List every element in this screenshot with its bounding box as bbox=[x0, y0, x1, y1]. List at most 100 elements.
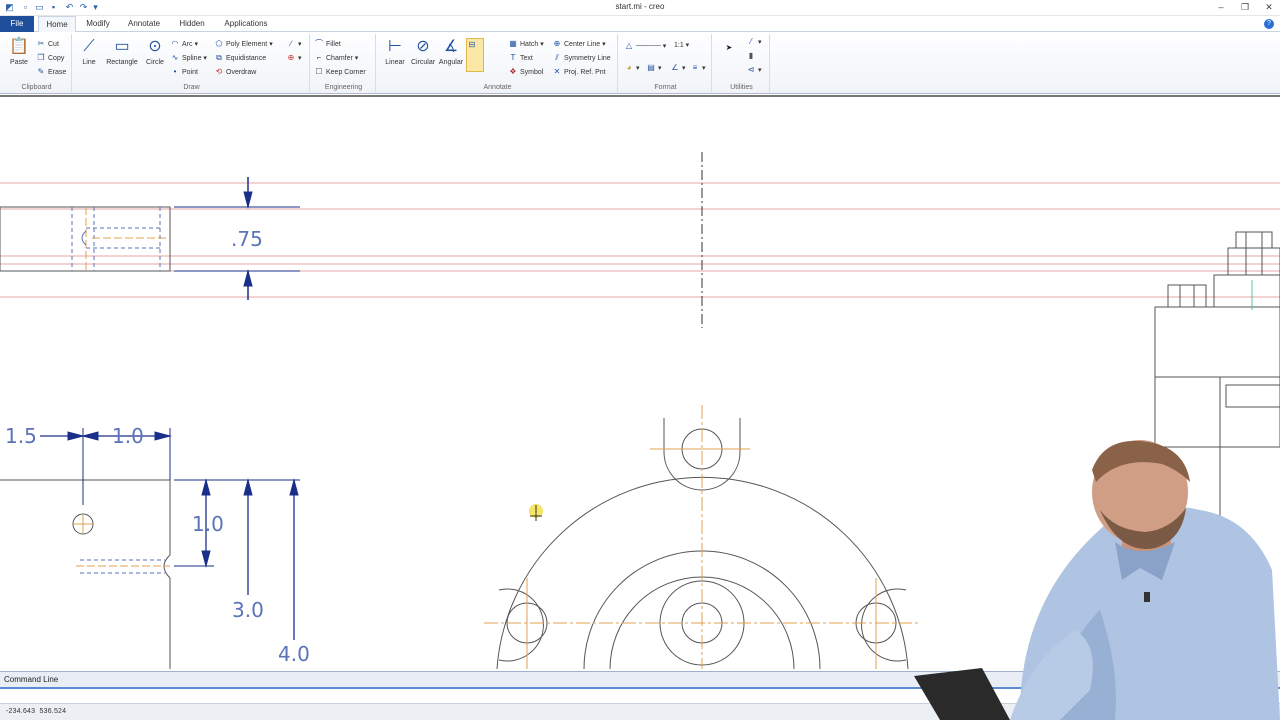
scale-dropdown[interactable]: 1:1 ▾ bbox=[674, 40, 689, 52]
chamfer-button[interactable]: ⌐ Chamfer ▾ bbox=[314, 52, 359, 64]
crosshair-cursor-icon bbox=[529, 504, 543, 521]
line-style-dropdown[interactable]: △ ───── ▾ bbox=[624, 40, 666, 52]
group-engineering: ⌒ Fillet ⌐ Chamfer ▾ ☐ Keep Corner Engineer… bbox=[312, 34, 376, 92]
draw-group-label: Draw bbox=[183, 84, 200, 91]
fillet-label: Fillet bbox=[326, 41, 341, 48]
equidistance-label: Equidistance bbox=[226, 55, 267, 62]
overdraw-button[interactable]: ⟲ Overdraw bbox=[214, 66, 257, 78]
dimension-30-value[interactable]: 3.0 bbox=[232, 598, 264, 622]
point-icon: • bbox=[173, 67, 177, 76]
center-line-button[interactable]: ⊕ Center Line ▾ bbox=[552, 38, 606, 50]
color-picker[interactable]: ◕ ▾ bbox=[624, 62, 640, 74]
copy-button[interactable]: ❐ Copy bbox=[36, 52, 64, 64]
group-draw: ⟋ Line ▭ Rectangle ⊙ Circle ◠ Arc ▾ ∿ Spli… bbox=[74, 34, 310, 92]
symmetry-line-button[interactable]: ⫽ Symmetry Line bbox=[552, 52, 610, 64]
part-front-view[interactable] bbox=[0, 479, 171, 669]
hatch-label: Hatch bbox=[520, 41, 539, 48]
tab-modify[interactable]: Modify bbox=[80, 16, 116, 32]
tab-home[interactable]: Home bbox=[38, 16, 76, 32]
format-group-label: Format bbox=[654, 84, 677, 91]
cut-button[interactable]: ✂ Cut bbox=[36, 38, 59, 50]
overdraw-label: Overdraw bbox=[226, 69, 257, 76]
tab-applications[interactable]: Applications bbox=[218, 16, 274, 32]
presenter-video-overlay bbox=[914, 440, 1280, 720]
hatch-button[interactable]: ▦ Hatch ▾ bbox=[508, 38, 544, 50]
layer-icon: ▤ bbox=[647, 63, 655, 72]
line-weight-icon: ∠ bbox=[671, 63, 679, 72]
window-title: start.mi - creo bbox=[615, 2, 665, 11]
tab-annotate[interactable]: Annotate bbox=[122, 16, 166, 32]
select-button[interactable]: ➤ bbox=[724, 42, 736, 54]
layer-button[interactable]: ▤ ▾ bbox=[646, 62, 661, 74]
erase-button[interactable]: ✎ Erase bbox=[36, 66, 67, 78]
circular-dimension-button[interactable]: ⊘ Circular bbox=[408, 36, 438, 76]
dimension-horizontal[interactable] bbox=[40, 428, 172, 505]
minimize-icon[interactable]: – bbox=[1214, 1, 1228, 14]
keep-corner-checkbox[interactable]: ☐ Keep Corner bbox=[314, 66, 365, 78]
dimension-style-button[interactable]: ⊟ bbox=[466, 38, 484, 72]
center-line-label: Center Line bbox=[564, 41, 601, 48]
text-button[interactable]: T Text bbox=[508, 52, 533, 64]
dimension-style-icon: ⊟ bbox=[468, 40, 476, 49]
group-annotate: ⊢ Linear ⊘ Circular ∡ Angular ⊟ ▦ Hatch ▾… bbox=[378, 34, 618, 92]
dimension-10-vertical-value[interactable]: 1.0 bbox=[192, 512, 224, 536]
spline-label: Spline bbox=[182, 55, 202, 62]
ribbon-tabs: File Home Modify Annotate Hidden Applica… bbox=[0, 16, 1280, 32]
circular-label: Circular bbox=[410, 59, 436, 66]
part-side-view[interactable] bbox=[0, 206, 171, 272]
line-type-button[interactable]: ≡ ▾ bbox=[690, 62, 706, 74]
angular-label: Angular bbox=[438, 59, 464, 66]
line-type-icon: ≡ bbox=[692, 63, 698, 72]
symbol-icon: ❖ bbox=[509, 67, 517, 76]
tab-file[interactable]: File bbox=[0, 16, 34, 32]
draw-pen-tool[interactable]: ∕ ▾ bbox=[286, 38, 301, 50]
group-tool-button[interactable]: ⊲ ▾ bbox=[746, 64, 762, 76]
dimension-075-value[interactable]: .75 bbox=[231, 227, 263, 251]
line-button[interactable]: ⟋ Line bbox=[74, 36, 104, 76]
laptop-image bbox=[914, 668, 1010, 720]
measure-button[interactable]: ⁄ ▾ bbox=[746, 36, 761, 48]
dimension-15-value[interactable]: 1.5 bbox=[5, 424, 37, 448]
rectangle-label: Rectangle bbox=[106, 59, 138, 66]
dimension-40-value[interactable]: 4.0 bbox=[278, 642, 310, 666]
linear-dimension-icon: ⊢ bbox=[388, 38, 402, 55]
proj-ref-pnt-button[interactable]: ✕ Proj. Ref. Pnt bbox=[552, 66, 606, 78]
poly-element-label: Poly Element bbox=[226, 41, 268, 48]
delete-button[interactable]: ▮ bbox=[746, 50, 758, 62]
line-icon: ⟋ bbox=[83, 38, 95, 55]
clipboard-icon: 📋 bbox=[9, 38, 29, 55]
eraser-icon: ✎ bbox=[37, 67, 45, 76]
dimension-10-horizontal-value[interactable]: 1.0 bbox=[112, 424, 144, 448]
poly-element-button[interactable]: ⬠ Poly Element ▾ bbox=[214, 38, 273, 50]
circle-button[interactable]: ⊙ Circle bbox=[140, 36, 170, 76]
coord-y: 536.524 bbox=[39, 708, 67, 715]
utilities-group-label: Utilities bbox=[730, 84, 753, 91]
line-weight-button[interactable]: ∠ ▾ bbox=[670, 62, 685, 74]
help-icon[interactable]: ? bbox=[1264, 19, 1274, 29]
equidistance-button[interactable]: ⧉ Equidistance bbox=[214, 52, 266, 64]
symbol-button[interactable]: ❖ Symbol bbox=[508, 66, 543, 78]
draw-target-tool[interactable]: ⊕ ▾ bbox=[286, 52, 302, 64]
scale-value: 1:1 bbox=[674, 42, 684, 49]
fillet-button[interactable]: ⌒ Fillet bbox=[314, 38, 341, 50]
group-utilities: ➤ ⁄ ▾ ▮ ⊲ ▾ Utilities bbox=[714, 34, 770, 92]
linear-dimension-button[interactable]: ⊢ Linear bbox=[380, 36, 410, 76]
paste-button[interactable]: 📋 Paste bbox=[4, 36, 34, 76]
tab-hidden[interactable]: Hidden bbox=[172, 16, 212, 32]
point-button[interactable]: • Point bbox=[170, 66, 198, 78]
angular-dimension-button[interactable]: ∡ Angular bbox=[436, 36, 466, 76]
symmetry-line-icon: ⫽ bbox=[555, 53, 559, 62]
copy-icon: ❐ bbox=[37, 53, 45, 62]
chamfer-icon: ⌐ bbox=[316, 53, 322, 62]
arc-button[interactable]: ◠ Arc ▾ bbox=[170, 38, 198, 50]
restore-icon[interactable]: ❐ bbox=[1238, 1, 1252, 14]
spline-button[interactable]: ∿ Spline ▾ bbox=[170, 52, 207, 64]
scissors-icon: ✂ bbox=[37, 39, 45, 48]
pen-icon: ∕ bbox=[290, 39, 292, 48]
circle-icon: ⊙ bbox=[148, 38, 162, 55]
copy-label: Copy bbox=[48, 55, 65, 62]
arrow-cursor-icon: ➤ bbox=[725, 43, 733, 52]
close-icon[interactable]: ✕ bbox=[1262, 1, 1276, 14]
rectangle-button[interactable]: ▭ Rectangle bbox=[104, 36, 140, 76]
spline-icon: ∿ bbox=[171, 53, 179, 62]
